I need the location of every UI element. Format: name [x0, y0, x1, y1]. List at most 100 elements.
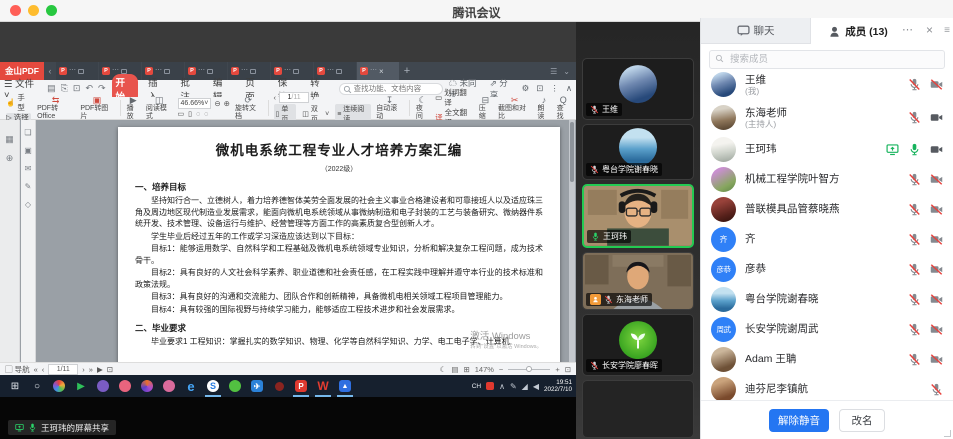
- zoom-in-button[interactable]: +: [555, 365, 559, 374]
- camera-off-icon[interactable]: [930, 323, 943, 336]
- stamp-icon[interactable]: ◇: [25, 200, 31, 209]
- member-row[interactable]: 彦恭 彦恭: [701, 254, 953, 284]
- app-icon-darkred[interactable]: [268, 375, 290, 397]
- mic-muted-icon[interactable]: [908, 293, 921, 306]
- more-vertical-icon[interactable]: ⋮: [550, 83, 559, 94]
- statusbar-page-indicator[interactable]: 1/11: [48, 364, 78, 375]
- media-player-icon[interactable]: ▶: [70, 375, 92, 397]
- rotate-doc-button[interactable]: ⟳旋转文档: [232, 95, 265, 122]
- network-icon[interactable]: ◢: [522, 382, 528, 391]
- print-icon[interactable]: ⊡: [73, 83, 81, 94]
- mic-muted-icon[interactable]: [908, 353, 921, 366]
- pdf-to-image-button[interactable]: ▣PDF转图片: [77, 95, 116, 122]
- tabbar-menu-icon[interactable]: ☰: [550, 67, 557, 76]
- camera-off-icon[interactable]: [930, 173, 943, 186]
- vertical-scrollbar[interactable]: [569, 120, 575, 362]
- member-row[interactable]: 普联模具品管蔡晓燕: [701, 194, 953, 224]
- search-app-icon[interactable]: [48, 375, 70, 397]
- member-row[interactable]: 王珂玮: [701, 134, 953, 164]
- page-indicator[interactable]: 1/11: [279, 92, 309, 103]
- member-row[interactable]: 粤台学院谢春晓: [701, 284, 953, 314]
- fit-width-icon[interactable]: ▭: [178, 110, 185, 118]
- scrollbar-thumb[interactable]: [570, 122, 574, 182]
- auto-scroll-button[interactable]: ↧自动滚动: [373, 95, 406, 122]
- kingsoft-pdf-icon[interactable]: P: [290, 375, 312, 397]
- camera-off-icon[interactable]: [930, 293, 943, 306]
- thumbnail-icon[interactable]: ▣: [24, 146, 32, 155]
- camera-off-icon[interactable]: [930, 233, 943, 246]
- member-row[interactable]: Adam 王聃: [701, 344, 953, 374]
- wps-icon[interactable]: W: [312, 375, 334, 397]
- loop2-icon[interactable]: ◌: [204, 111, 208, 118]
- video-tile[interactable]: 长安学院廖春晖: [582, 314, 694, 376]
- play-button[interactable]: ▶播放: [124, 95, 143, 122]
- resize-handle[interactable]: [944, 430, 951, 437]
- camera-off-icon[interactable]: [930, 203, 943, 216]
- app-icon-blue[interactable]: ▲: [334, 375, 356, 397]
- play-slideshow-icon[interactable]: ▶: [97, 365, 103, 374]
- mic-muted-icon[interactable]: [908, 323, 921, 336]
- video-tile-active-speaker[interactable]: 王珂玮: [582, 184, 694, 248]
- camera-on-icon[interactable]: [930, 143, 943, 156]
- app-icon-green[interactable]: [224, 375, 246, 397]
- bookmark-icon[interactable]: ❏: [24, 128, 31, 137]
- app-icon-purple[interactable]: [92, 375, 114, 397]
- taskbar-clock[interactable]: 19:51 2022/7/10: [544, 379, 572, 394]
- collapse-ribbon-icon[interactable]: ∧: [566, 83, 572, 94]
- night-mode-button[interactable]: ☾夜间: [413, 95, 432, 122]
- zoom-slider-knob[interactable]: [526, 366, 532, 372]
- tab-chat[interactable]: 聊天: [701, 18, 811, 44]
- member-row[interactable]: 东海老师(主持人): [701, 101, 953, 134]
- panel-close-icon[interactable]: ×: [926, 25, 933, 36]
- mic-muted-icon[interactable]: [908, 263, 921, 276]
- member-row[interactable]: 周武 长安学院谢周武: [701, 314, 953, 344]
- firefox-icon[interactable]: [136, 375, 158, 397]
- first-page-icon[interactable]: «: [34, 365, 38, 374]
- mic-muted-icon[interactable]: [908, 203, 921, 216]
- mic-muted-icon[interactable]: [908, 78, 921, 91]
- zoom-out-icon[interactable]: ⊖: [214, 99, 220, 108]
- fit-page-icon[interactable]: ▯: [188, 110, 192, 118]
- fit-screen-icon[interactable]: ⊡: [565, 365, 571, 374]
- nav-panel-toggle[interactable]: ▢ 导航: [5, 364, 30, 375]
- member-row[interactable]: 齐 齐: [701, 224, 953, 254]
- tim-icon[interactable]: ✈: [246, 375, 268, 397]
- tab-scroll-left-icon[interactable]: ‹: [44, 62, 56, 80]
- comments-icon[interactable]: ✉: [25, 164, 32, 173]
- video-tile[interactable]: 东海老师: [582, 252, 694, 310]
- pen-icon[interactable]: ✎: [510, 382, 517, 391]
- camera-off-icon[interactable]: [930, 263, 943, 276]
- new-tab-button[interactable]: +: [400, 62, 414, 80]
- mic-muted-icon[interactable]: [930, 383, 943, 396]
- member-search-input[interactable]: [709, 50, 945, 69]
- sogou-browser-icon[interactable]: S: [202, 375, 224, 397]
- settings-gear-icon[interactable]: ⚙: [522, 83, 530, 94]
- volume-icon[interactable]: ◀: [533, 382, 539, 391]
- mic-muted-icon[interactable]: [908, 233, 921, 246]
- view-mode-icon[interactable]: ⊞: [463, 365, 469, 374]
- undo-icon[interactable]: ↶: [85, 83, 93, 94]
- screen-sharing-icon[interactable]: [886, 143, 899, 156]
- document-canvas[interactable]: 微机电系统工程专业人才培养方案汇编 （2022级） 一、培养目标 坚持知行合一、…: [36, 120, 576, 362]
- night-toggle-icon[interactable]: ☾: [440, 365, 447, 374]
- camera-on-icon[interactable]: [930, 111, 943, 124]
- zoom-out-button[interactable]: −: [499, 365, 503, 374]
- unmute-button[interactable]: 解除静音: [769, 409, 829, 432]
- mic-muted-icon[interactable]: [908, 111, 921, 124]
- member-row[interactable]: 王维(我): [701, 68, 953, 101]
- statusbar-zoom-level[interactable]: 147%: [475, 365, 494, 374]
- prev-page-icon[interactable]: ‹: [42, 365, 45, 374]
- word-translate-button[interactable]: ▭划词翻译: [435, 88, 473, 108]
- next-page-icon[interactable]: ›: [312, 93, 315, 102]
- pdf-tab-active[interactable]: P⋯×: [357, 62, 399, 80]
- sogou-ime-icon[interactable]: [486, 382, 494, 390]
- attachment-icon[interactable]: ✎: [25, 182, 32, 191]
- tabbar-collapse-icon[interactable]: ⌄: [563, 67, 570, 76]
- rename-button[interactable]: 改名: [839, 409, 885, 432]
- app-icon-pink2[interactable]: [158, 375, 180, 397]
- pdf-tab[interactable]: P⋯: [56, 62, 98, 80]
- zoom-slider[interactable]: [508, 369, 550, 370]
- open-icon[interactable]: ▤: [47, 83, 56, 94]
- screenshot-compare-button[interactable]: ✂截图和对比: [495, 95, 534, 122]
- member-row[interactable]: 机械工程学院叶智方: [701, 164, 953, 194]
